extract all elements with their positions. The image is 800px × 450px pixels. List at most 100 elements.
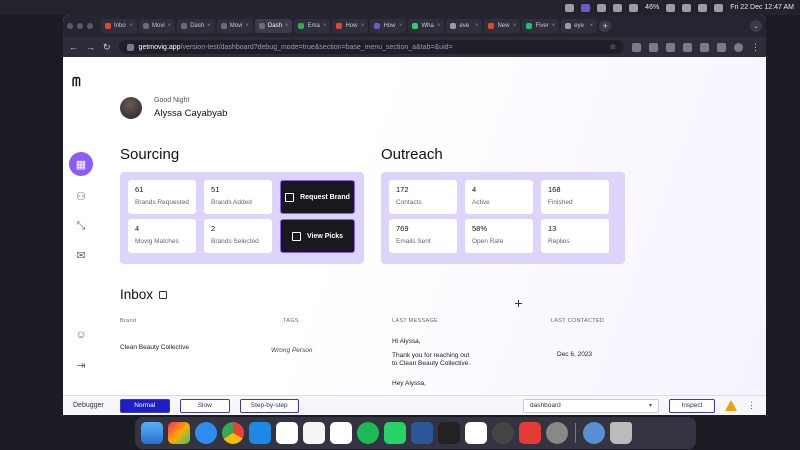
slack-icon[interactable] — [330, 422, 352, 444]
inspect-button[interactable]: Inspect — [669, 398, 715, 413]
browser-tab[interactable]: Ema × — [294, 19, 331, 33]
browser-tab[interactable]: How × — [332, 19, 369, 33]
browser-tab[interactable]: Movi × — [216, 19, 253, 33]
figma-icon[interactable] — [438, 422, 460, 444]
address-bar[interactable]: getmovig.app/version-test/dashboard?debu… — [118, 40, 624, 54]
browser-tab[interactable]: eve × — [446, 19, 483, 33]
extensions-puzzle-icon[interactable] — [700, 42, 709, 52]
volume-icon[interactable] — [597, 3, 607, 12]
add-user-icon[interactable]: ⚇ — [69, 184, 93, 208]
browser-menu-icon[interactable]: ⋮ — [751, 42, 760, 53]
extension-icon[interactable] — [666, 42, 675, 52]
close-tab-icon[interactable]: × — [285, 23, 289, 29]
column-header-tags[interactable]: TAGS — [283, 318, 299, 324]
step-by-step-button[interactable]: Step-by-step — [239, 398, 299, 413]
browser-tab[interactable]: Fiver × — [522, 19, 560, 33]
column-header-last-message[interactable]: LAST MESSAGE — [392, 318, 438, 324]
tab-search-button[interactable]: ⌄ — [750, 20, 762, 32]
close-tab-icon[interactable]: × — [207, 23, 211, 29]
collapse-arrows-icon[interactable]: ⤡ — [69, 214, 93, 238]
minimize-window-button[interactable] — [77, 23, 83, 29]
close-tab-icon[interactable]: × — [513, 23, 517, 29]
tab-label: Ema — [307, 23, 320, 29]
stat-value: 769 — [396, 224, 409, 233]
browser-tab[interactable]: Dash × — [254, 19, 293, 33]
browser-tab[interactable]: How × — [370, 19, 407, 33]
page-select[interactable]: dashboard ▾ — [523, 398, 659, 413]
site-info-icon[interactable] — [126, 43, 134, 51]
browser-tab[interactable]: Inbo × — [101, 19, 137, 33]
reload-icon[interactable]: ↻ — [103, 42, 111, 53]
bookmark-star-icon[interactable]: ☆ — [610, 43, 616, 51]
close-tab-icon[interactable]: × — [245, 23, 249, 29]
movig-logo[interactable]: ᗰ — [72, 75, 81, 90]
notion-icon[interactable] — [465, 422, 487, 444]
reminders-icon[interactable] — [303, 422, 325, 444]
sidebar-icon[interactable] — [717, 42, 726, 52]
preview-icon[interactable] — [583, 422, 605, 444]
battery-icon[interactable] — [666, 3, 676, 12]
column-header-last-contacted[interactable]: LAST CONTACTED — [551, 318, 604, 324]
clock[interactable]: Fri 22 Dec 12:47 AM — [730, 4, 794, 11]
close-tab-icon[interactable]: × — [475, 23, 479, 29]
system-settings-icon[interactable] — [546, 422, 568, 444]
extension-icon[interactable] — [632, 42, 641, 52]
browser-tab[interactable]: Wha × — [408, 19, 445, 33]
safari-icon[interactable] — [195, 422, 217, 444]
request-brand-button[interactable]: Request Brand — [280, 180, 355, 214]
normal-mode-button[interactable]: Normal — [119, 398, 170, 413]
close-tab-icon[interactable]: × — [323, 23, 327, 29]
row-brand: Clean Beauty Collective — [120, 344, 190, 351]
control-center-icon[interactable] — [714, 3, 724, 12]
keyboard-icon[interactable] — [629, 3, 639, 12]
spotify-icon[interactable] — [357, 422, 379, 444]
browser-tab[interactable]: Movi × — [139, 19, 176, 33]
extension-icon[interactable] — [649, 42, 658, 52]
app-store-icon[interactable] — [249, 422, 271, 444]
external-link-icon[interactable] — [159, 290, 168, 299]
close-tab-icon[interactable]: × — [437, 23, 441, 29]
browser-tab[interactable]: Dash × — [177, 19, 215, 33]
more-options-icon[interactable]: ⋮ — [747, 400, 756, 411]
warning-icon[interactable] — [725, 400, 737, 411]
wifi-icon[interactable] — [682, 3, 692, 12]
word-icon[interactable] — [411, 422, 433, 444]
bluetooth-icon[interactable] — [613, 3, 623, 12]
forward-icon[interactable]: → — [86, 42, 95, 52]
zoom-window-button[interactable] — [87, 23, 93, 29]
avatar[interactable] — [120, 97, 142, 119]
close-tab-icon[interactable]: × — [552, 23, 556, 29]
chatgpt-icon[interactable] — [492, 422, 514, 444]
close-tab-icon[interactable]: × — [361, 23, 365, 29]
whatsapp-icon[interactable] — [384, 422, 406, 444]
back-icon[interactable]: ← — [69, 42, 78, 52]
macos-menubar: 46% Fri 22 Dec 12:47 AM — [0, 0, 800, 15]
chrome-icon[interactable] — [222, 422, 244, 444]
screen-record-icon[interactable] — [581, 3, 591, 12]
calendar-icon[interactable] — [276, 422, 298, 444]
launchpad-icon[interactable] — [168, 422, 190, 444]
close-tab-icon[interactable]: × — [168, 23, 172, 29]
browser-tab[interactable]: New × — [484, 19, 521, 33]
extension-icon[interactable] — [683, 42, 692, 52]
column-header-brand[interactable]: Brand — [120, 318, 136, 324]
close-tab-icon[interactable]: × — [129, 23, 133, 29]
dashboard-grid-icon[interactable]: ▦ — [69, 152, 93, 176]
logout-icon[interactable]: ⇥ — [69, 353, 93, 377]
new-tab-button[interactable]: + — [599, 20, 612, 32]
request-brand-label: Request Brand — [300, 193, 350, 201]
close-tab-icon[interactable]: × — [590, 23, 594, 29]
slow-mode-button[interactable]: Slow — [179, 398, 230, 413]
close-window-button[interactable] — [67, 23, 73, 29]
trash-icon[interactable] — [610, 422, 632, 444]
inbox-tray-icon[interactable]: ✉ — [69, 243, 93, 267]
profile-icon[interactable] — [734, 42, 743, 52]
finder-icon[interactable] — [141, 422, 163, 444]
search-icon[interactable] — [698, 3, 708, 12]
view-picks-button[interactable]: View Picks — [280, 219, 355, 253]
anydesk-icon[interactable] — [519, 422, 541, 444]
user-profile-icon[interactable]: ☺ — [69, 323, 93, 347]
notion-status-icon[interactable] — [565, 3, 575, 12]
close-tab-icon[interactable]: × — [399, 23, 403, 29]
browser-tab[interactable]: eye × — [561, 19, 598, 33]
